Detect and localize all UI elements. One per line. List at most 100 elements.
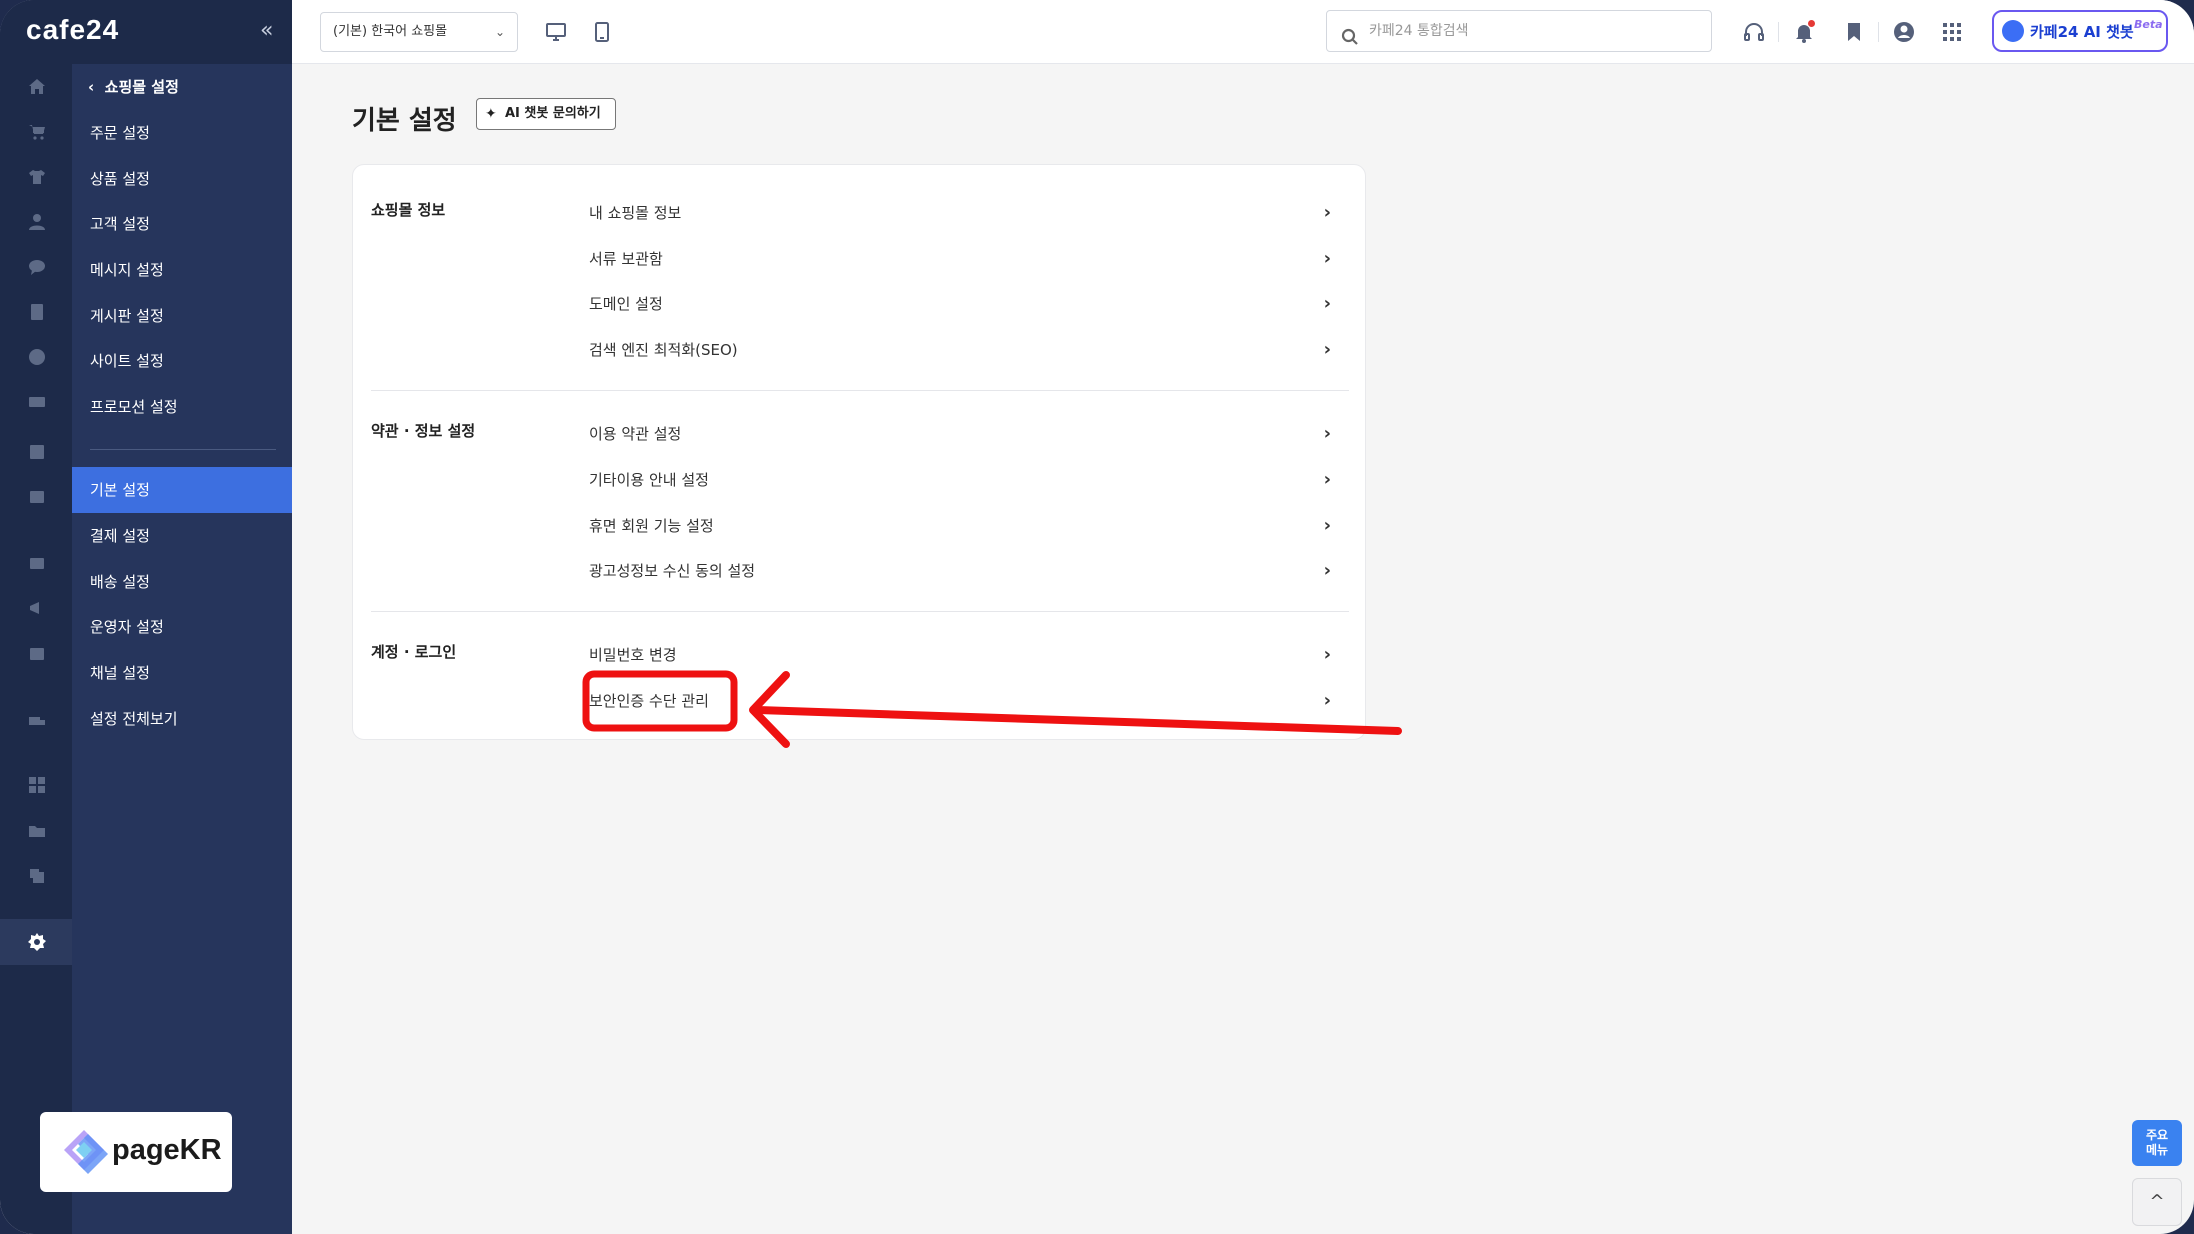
ai-inquiry-label: AI 챗봇 문의하기 (505, 106, 601, 121)
section-divider (371, 611, 1349, 612)
top-bar: (기본) 한국어 쇼핑몰 ⌄ 카페24 통합검색 카페24 AI 챗봇 Beta (292, 0, 2194, 64)
scroll-top-button[interactable]: ^ (2132, 1178, 2182, 1226)
search-placeholder: 카페24 통합검색 (1369, 23, 1469, 39)
ai-chatbot-button[interactable]: 카페24 AI 챗봇 Beta (1992, 10, 2168, 52)
notification-dot (1808, 20, 1815, 27)
link-security-auth-management[interactable]: 보안인증 수단 관리 › (589, 678, 1349, 724)
chevron-right-icon: › (1323, 423, 1331, 444)
link-label: 서류 보관함 (589, 250, 663, 268)
main-menu-button[interactable]: 주요 메뉴 (2132, 1120, 2182, 1166)
link-terms-of-use[interactable]: 이용 약관 설정 › (589, 411, 1349, 457)
megaphone-icon[interactable] (26, 597, 48, 619)
page-title: 기본 설정 (352, 106, 457, 136)
link-label: 보안인증 수단 관리 (589, 692, 709, 710)
chevron-right-icon: › (1323, 644, 1331, 665)
link-label: 휴면 회원 기능 설정 (589, 517, 714, 535)
chevron-right-icon: › (1323, 515, 1331, 536)
chevron-right-icon: › (1323, 469, 1331, 490)
search-icon (1341, 22, 1359, 45)
chevron-right-icon: › (1323, 560, 1331, 581)
link-label: 이용 약관 설정 (589, 425, 682, 443)
link-seo[interactable]: 검색 엔진 최적화(SEO) › (589, 327, 1349, 373)
chart-icon[interactable] (26, 441, 48, 463)
icon-rail (0, 0, 72, 1234)
apps-grid-icon[interactable] (1940, 20, 1964, 44)
watermark-text: pageKR (112, 1134, 222, 1166)
sidebar-item-channel[interactable]: 채널 설정 (72, 650, 292, 696)
search-input[interactable]: 카페24 통합검색 (1326, 10, 1712, 52)
shirt-icon[interactable] (26, 166, 48, 188)
sidebar-divider (90, 449, 276, 450)
shop-select-value: (기본) 한국어 쇼핑몰 (333, 24, 448, 39)
link-label: 도메인 설정 (589, 295, 663, 313)
home-icon[interactable] (26, 76, 48, 98)
sidebar-back-link[interactable]: ‹ 쇼핑몰 설정 (88, 76, 179, 97)
cart-icon[interactable] (26, 121, 48, 143)
headset-icon[interactable] (1742, 20, 1766, 44)
chevron-right-icon: › (1323, 339, 1331, 360)
palette-icon[interactable] (26, 346, 48, 368)
sidebar-item-basic[interactable]: 기본 설정 (72, 467, 292, 513)
chevron-down-icon: ⌄ (494, 25, 505, 39)
sidebar-item-shipping[interactable]: 배송 설정 (72, 559, 292, 605)
link-change-password[interactable]: 비밀번호 변경 › (589, 632, 1349, 678)
desktop-view-icon[interactable] (544, 20, 568, 44)
link-ad-consent[interactable]: 광고성정보 수신 동의 설정 › (589, 548, 1349, 594)
section-divider (371, 390, 1349, 391)
link-my-shop-info[interactable]: 내 쇼핑몰 정보 › (589, 190, 1349, 236)
design-icon[interactable] (26, 486, 48, 508)
sidebar-item-board[interactable]: 게시판 설정 (72, 293, 292, 339)
account-icon[interactable] (1892, 20, 1916, 44)
gear-icon[interactable] (26, 931, 48, 953)
folder-icon[interactable] (26, 820, 48, 842)
link-label: 비밀번호 변경 (589, 646, 677, 664)
chevron-right-icon: › (1323, 202, 1331, 223)
bookmark-icon[interactable] (1842, 20, 1866, 44)
mobile-view-icon[interactable] (590, 20, 614, 44)
chevron-right-icon: › (1323, 248, 1331, 269)
brand-bar: cafe24 « (0, 0, 292, 64)
chevron-right-icon: › (1323, 690, 1331, 711)
user-icon[interactable] (26, 211, 48, 233)
link-dormant-member[interactable]: 휴면 회원 기능 설정 › (589, 503, 1349, 549)
shop-icon[interactable] (26, 552, 48, 574)
pagekr-logo-icon (64, 1130, 108, 1174)
topbar-divider (1878, 22, 1879, 42)
sidebar-item-order[interactable]: 주문 설정 (72, 110, 292, 156)
ticket-icon[interactable] (26, 391, 48, 413)
sidebar-item-site[interactable]: 사이트 설정 (72, 338, 292, 384)
sidebar-back-label: 쇼핑몰 설정 (104, 78, 179, 96)
sidebar-item-promotion[interactable]: 프로모션 설정 (72, 384, 292, 430)
sidebar-item-all[interactable]: 설정 전체보기 (72, 696, 292, 742)
sidebar-menu: ‹ 쇼핑몰 설정 주문 설정 상품 설정 고객 설정 메시지 설정 게시판 설정… (72, 64, 292, 1234)
topbar-divider (1778, 22, 1779, 42)
link-label: 내 쇼핑몰 정보 (589, 204, 682, 222)
copy-icon[interactable] (26, 865, 48, 887)
watermark-badge: pageKR (40, 1112, 232, 1192)
chevron-up-icon: ^ (2149, 1191, 2165, 1212)
sidebar-item-payment[interactable]: 결제 설정 (72, 513, 292, 559)
chat-icon[interactable] (26, 256, 48, 278)
chatbot-icon (2002, 20, 2024, 42)
ai-chatbot-inquiry-button[interactable]: ✦ AI 챗봇 문의하기 (476, 98, 616, 130)
link-label: 검색 엔진 최적화(SEO) (589, 341, 738, 359)
settings-card: 쇼핑몰 정보 내 쇼핑몰 정보 › 서류 보관함 › 도메인 설정 › 검색 엔진 최… (352, 164, 1366, 740)
sidebar-item-operator[interactable]: 운영자 설정 (72, 604, 292, 650)
sidebar-item-product[interactable]: 상품 설정 (72, 156, 292, 202)
app-window: cafe24 « ‹ 쇼핑몰 설정 주문 설정 상품 설정 고객 설정 메시지 … (0, 0, 2194, 1234)
chatbot-label: 카페24 AI 챗봇 (2030, 23, 2134, 41)
collapse-sidebar-button[interactable]: « (260, 18, 273, 43)
chevron-right-icon: › (1323, 293, 1331, 314)
truck-icon[interactable] (26, 710, 48, 732)
section-title-account-login: 계정 · 로그인 (371, 643, 457, 661)
sidebar-item-customer[interactable]: 고객 설정 (72, 201, 292, 247)
store-icon[interactable] (26, 642, 48, 664)
sidebar-item-message[interactable]: 메시지 설정 (72, 247, 292, 293)
board-icon[interactable] (26, 301, 48, 323)
link-label: 기타이용 안내 설정 (589, 471, 709, 489)
shop-select[interactable]: (기본) 한국어 쇼핑몰 ⌄ (320, 12, 518, 52)
apps-icon[interactable] (26, 774, 48, 796)
link-document-storage[interactable]: 서류 보관함 › (589, 236, 1349, 282)
link-usage-guide[interactable]: 기타이용 안내 설정 › (589, 457, 1349, 503)
link-domain-settings[interactable]: 도메인 설정 › (589, 281, 1349, 327)
